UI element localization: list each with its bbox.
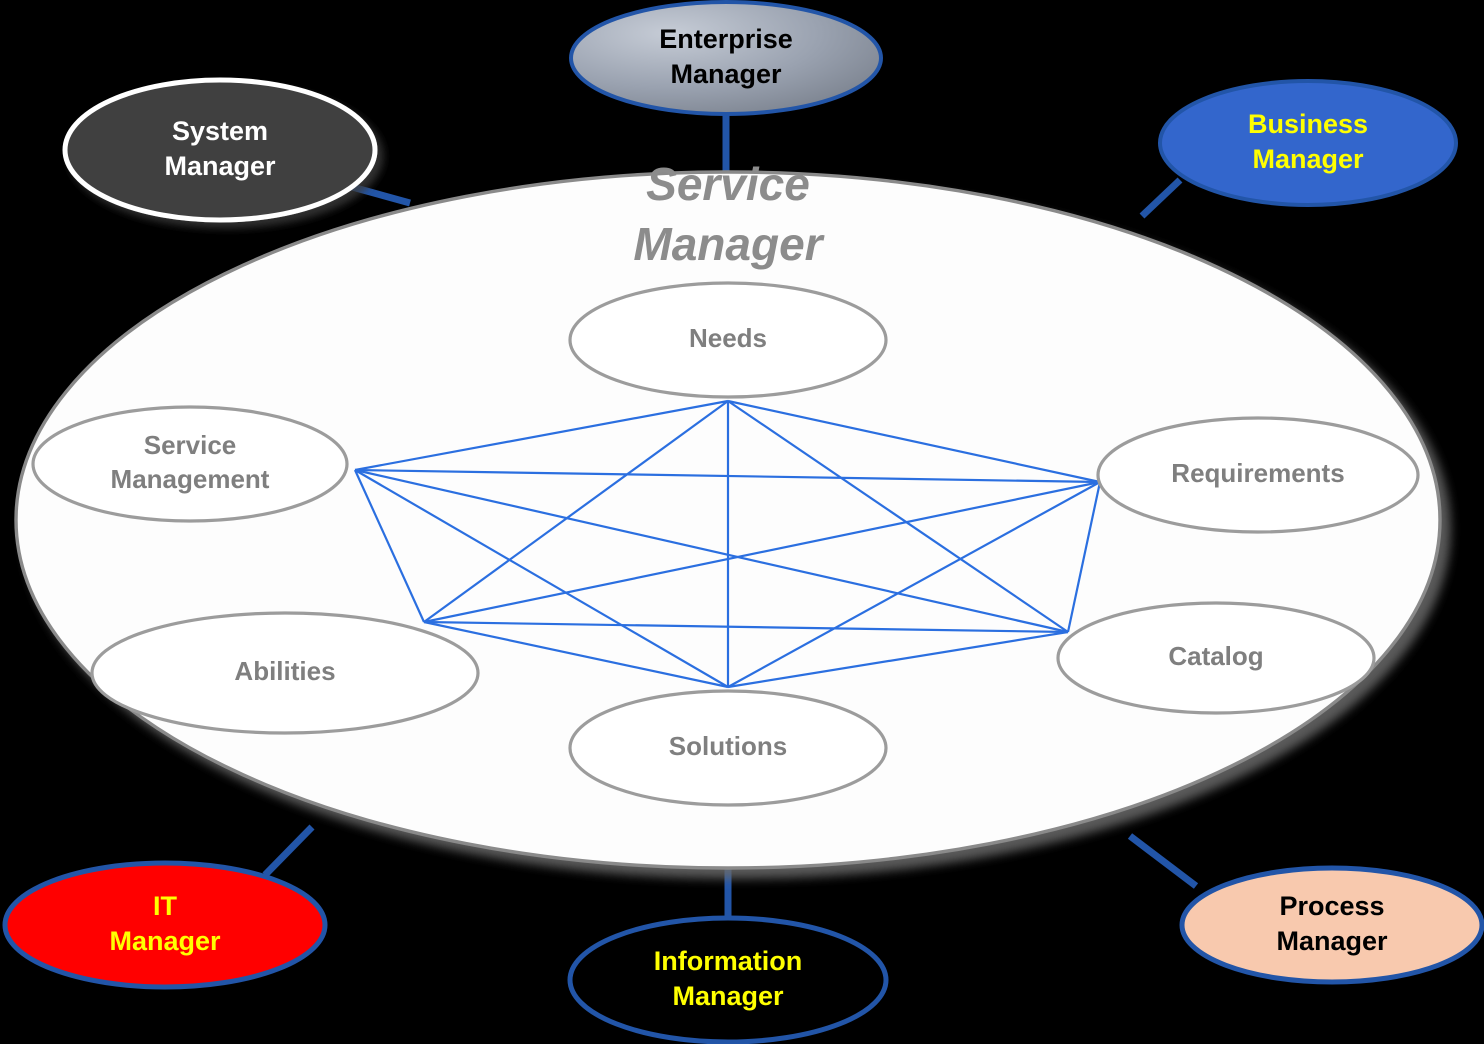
ellipse-needs bbox=[568, 281, 888, 399]
outer-node-process-manager[interactable]: ProcessManager bbox=[1179, 865, 1484, 985]
ellipse-service-management bbox=[31, 405, 349, 523]
inner-node-solutions[interactable]: Solutions bbox=[568, 689, 888, 807]
outer-node-enterprise-manager[interactable]: EnterpriseManager bbox=[569, 0, 883, 116]
outer-node-it-manager[interactable]: ITManager bbox=[2, 860, 328, 990]
ellipse-requirements bbox=[1096, 416, 1420, 534]
ellipse-solutions bbox=[568, 689, 888, 807]
ellipse-enterprise-manager bbox=[569, 0, 883, 116]
page-title-line1: Service bbox=[646, 158, 810, 210]
spoke-business-manager bbox=[1139, 177, 1183, 219]
outer-node-system-manager[interactable]: SystemManager bbox=[62, 77, 378, 223]
ellipse-abilities bbox=[90, 611, 480, 735]
ellipse-process-manager bbox=[1179, 865, 1484, 985]
inner-node-service-management[interactable]: ServiceManagement bbox=[31, 405, 349, 523]
page-title-line2: Manager bbox=[633, 218, 824, 270]
ellipse-it-manager bbox=[2, 860, 328, 990]
inner-node-needs[interactable]: Needs bbox=[568, 281, 888, 399]
ellipse-system-manager bbox=[62, 77, 378, 223]
spoke-it-manager bbox=[262, 824, 315, 878]
spoke-process-manager bbox=[1127, 833, 1199, 889]
outer-node-business-manager[interactable]: BusinessManager bbox=[1158, 79, 1458, 207]
inner-node-requirements[interactable]: Requirements bbox=[1096, 416, 1420, 534]
outer-node-information-manager[interactable]: InformationManager bbox=[567, 915, 889, 1044]
ellipse-catalog bbox=[1056, 601, 1376, 715]
inner-node-catalog[interactable]: Catalog bbox=[1056, 601, 1376, 715]
service-manager-diagram: Service Manager Needs ServiceManagement Re… bbox=[2, 0, 1484, 1044]
diagram-canvas: Service Manager Needs Service Management Re… bbox=[0, 0, 1484, 1044]
ellipse-business-manager bbox=[1158, 79, 1458, 207]
inner-node-abilities[interactable]: Abilities bbox=[90, 611, 480, 735]
ellipse-information-manager bbox=[567, 915, 889, 1044]
